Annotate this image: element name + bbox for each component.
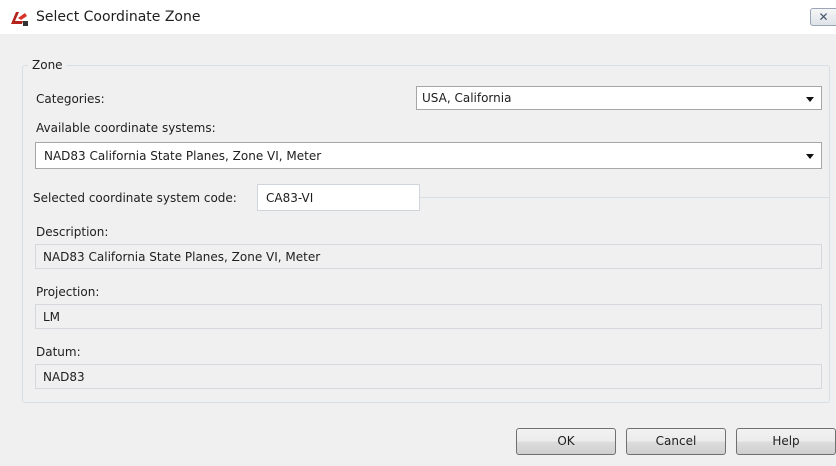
projection-field: LM <box>35 304 822 329</box>
help-button[interactable]: Help <box>736 428 836 455</box>
ok-button[interactable]: OK <box>516 428 616 455</box>
app-icon <box>9 9 29 27</box>
categories-label: Categories: <box>36 92 105 106</box>
available-systems-dropdown[interactable]: NAD83 California State Planes, Zone VI, … <box>35 142 822 169</box>
separator-line <box>420 197 830 198</box>
categories-value: USA, California <box>422 91 512 105</box>
chevron-down-icon <box>806 97 814 102</box>
description-value: NAD83 California State Planes, Zone VI, … <box>43 250 321 264</box>
description-label: Description: <box>36 225 109 239</box>
coordinate-code-value: CA83-VI <box>266 191 314 205</box>
categories-dropdown[interactable]: USA, California <box>416 86 822 110</box>
close-icon: ✕ <box>818 10 829 24</box>
projection-label: Projection: <box>36 285 100 299</box>
datum-label: Datum: <box>36 345 81 359</box>
window-title: Select Coordinate Zone <box>36 9 201 25</box>
zone-legend: Zone <box>28 58 67 72</box>
description-field: NAD83 California State Planes, Zone VI, … <box>35 244 822 269</box>
cancel-button[interactable]: Cancel <box>626 428 726 455</box>
datum-value: NAD83 <box>43 370 85 384</box>
title-bar: Select Coordinate Zone ✕ <box>0 0 836 34</box>
coordinate-code-input[interactable]: CA83-VI <box>257 184 420 211</box>
close-button[interactable]: ✕ <box>810 8 836 26</box>
available-systems-value: NAD83 California State Planes, Zone VI, … <box>44 149 322 163</box>
datum-field: NAD83 <box>35 364 822 389</box>
zone-groupbox <box>22 65 830 403</box>
code-label: Selected coordinate system code: <box>33 191 237 205</box>
chevron-down-icon <box>806 154 814 159</box>
projection-value: LM <box>43 310 61 324</box>
available-systems-label: Available coordinate systems: <box>36 121 216 135</box>
